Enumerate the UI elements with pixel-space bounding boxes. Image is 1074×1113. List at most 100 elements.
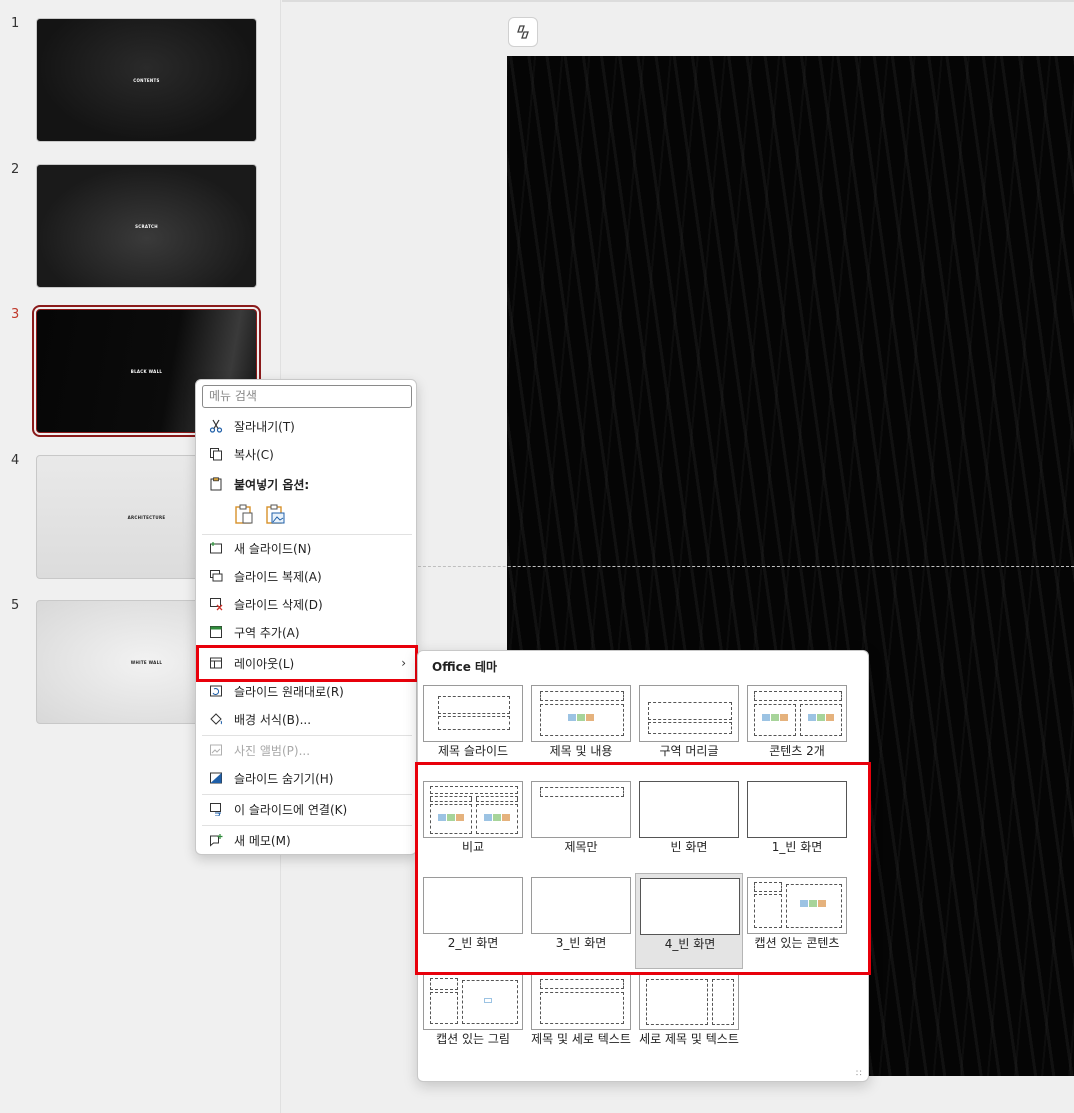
menu-item-add-section[interactable]: 구역 추가(A): [196, 619, 416, 645]
thumbnail-title: SCRATCH: [135, 223, 158, 229]
menu-item-link-to-slide[interactable]: 이 슬라이드에 연결(K): [196, 796, 416, 822]
layout-title-slide[interactable]: 제목 슬라이드: [419, 681, 527, 777]
menu-item-label: 슬라이드 복제(A): [234, 569, 322, 584]
menu-item-copy[interactable]: 복사(C): [196, 441, 416, 467]
menu-item-reset-slide[interactable]: 슬라이드 원래대로(R): [196, 678, 416, 704]
menu-item-cut[interactable]: 잘라내기(T): [196, 413, 416, 439]
layout-thumbnail: [639, 685, 739, 742]
layout-thumbnail: [423, 877, 523, 934]
layout-thumbnail: [531, 973, 631, 1030]
paste-keep-format-icon[interactable]: [232, 502, 256, 526]
layout-thumbnail: [639, 781, 739, 838]
menu-item-label: 붙여넣기 옵션:: [234, 477, 310, 492]
layout-thumbnail: [747, 877, 847, 934]
slide-thumbnail-2[interactable]: SCRATCH: [36, 164, 257, 288]
layout-thumbnail: [640, 878, 740, 935]
scissors-icon: [208, 418, 224, 434]
layout-thumbnail: [423, 973, 523, 1030]
menu-item-hide-slide[interactable]: 슬라이드 숨기기(H): [196, 765, 416, 791]
layout-4-blank[interactable]: 4_빈 화면: [635, 873, 743, 969]
layout-thumbnail: [423, 685, 523, 742]
copilot-icon[interactable]: [508, 17, 538, 47]
slide-number: 3: [11, 307, 20, 322]
thumbnail-title: WHITE WALL: [130, 659, 163, 665]
menu-item-label: 사진 앨범(P)...: [234, 743, 311, 758]
slide-number: 5: [11, 598, 20, 613]
thumbnail-title: BLACK WALL: [130, 368, 163, 374]
clipboard-icon: [208, 476, 224, 492]
ribbon-divider: [282, 0, 1074, 2]
layout-3-blank[interactable]: 3_빈 화면: [527, 873, 635, 969]
layout-2-blank[interactable]: 2_빈 화면: [419, 873, 527, 969]
layout-caption: 제목 및 내용: [549, 744, 613, 758]
new-slide-icon: [208, 540, 224, 556]
menu-search-input[interactable]: 메뉴 검색: [202, 385, 412, 408]
menu-item-label: 새 메모(M): [234, 833, 291, 848]
layout-thumbnail: [639, 973, 739, 1030]
slide-thumbnail-1[interactable]: CONTENTS: [36, 18, 257, 142]
menu-item-label: 배경 서식(B)...: [234, 712, 312, 727]
layout-section-header[interactable]: 구역 머리글: [635, 681, 743, 777]
layout-content-with-caption[interactable]: 캡션 있는 콘텐츠: [743, 873, 851, 969]
layout-1-blank[interactable]: 1_빈 화면: [743, 777, 851, 873]
menu-item-delete-slide[interactable]: 슬라이드 삭제(D): [196, 591, 416, 617]
context-menu: 메뉴 검색 잘라내기(T) 복사(C) 붙여넣기 옵션: 새 슬라이드(N) 슬…: [195, 379, 417, 855]
layout-icon: [208, 655, 224, 671]
layout-caption: 제목 및 세로 텍스트: [531, 1032, 631, 1046]
menu-separator: [202, 794, 412, 795]
smart-guide-line: [418, 566, 1074, 567]
menu-separator: [202, 825, 412, 826]
menu-item-new-slide[interactable]: 새 슬라이드(N): [196, 535, 416, 561]
photo-album-icon: [208, 742, 224, 758]
section-icon: [208, 624, 224, 640]
menu-item-label: 새 슬라이드(N): [234, 541, 312, 556]
menu-item-duplicate-slide[interactable]: 슬라이드 복제(A): [196, 563, 416, 589]
layout-thumbnail: [747, 781, 847, 838]
chevron-right-icon: ›: [401, 656, 406, 670]
layout-caption: 1_빈 화면: [771, 840, 823, 854]
layout-caption: 캡션 있는 그림: [436, 1032, 510, 1046]
layout-vertical-title-and-text[interactable]: 세로 제목 및 텍스트: [635, 969, 743, 1065]
layout-title-and-content[interactable]: 제목 및 내용: [527, 681, 635, 777]
layout-caption: 제목만: [564, 840, 598, 854]
layout-thumbnail: [423, 781, 523, 838]
menu-item-label: 복사(C): [234, 447, 274, 462]
comment-icon: [208, 832, 224, 848]
layout-title-and-vertical-text[interactable]: 제목 및 세로 텍스트: [527, 969, 635, 1065]
layout-caption: 빈 화면: [670, 840, 708, 854]
menu-item-new-comment[interactable]: 새 메모(M): [196, 827, 416, 853]
menu-separator: [202, 646, 412, 647]
duplicate-slide-icon: [208, 568, 224, 584]
layout-caption: 제목 슬라이드: [437, 744, 509, 758]
layout-blank[interactable]: 빈 화면: [635, 777, 743, 873]
layout-caption: 3_빈 화면: [555, 936, 607, 950]
reset-slide-icon: [208, 683, 224, 699]
layout-caption: 2_빈 화면: [447, 936, 499, 950]
copy-icon: [208, 446, 224, 462]
menu-item-label: 레이아웃(L): [234, 656, 295, 671]
layout-caption: 콘텐츠 2개: [769, 744, 825, 758]
menu-item-paste-options: 붙여넣기 옵션:: [196, 471, 416, 497]
layout-caption: 구역 머리글: [659, 744, 719, 758]
layout-caption: 캡션 있는 콘텐츠: [754, 936, 840, 950]
layout-submenu: Office 테마 제목 슬라이드 제목 및 내용 구역 머리글 콘텐츠 2개 …: [417, 650, 869, 1082]
layout-title-only[interactable]: 제목만: [527, 777, 635, 873]
layout-comparison[interactable]: 비교: [419, 777, 527, 873]
layout-thumbnail: [531, 685, 631, 742]
layout-two-content[interactable]: 콘텐츠 2개: [743, 681, 851, 777]
menu-item-label: 이 슬라이드에 연결(K): [234, 802, 348, 817]
paste-as-picture-icon[interactable]: [263, 502, 287, 526]
menu-item-label: 슬라이드 원래대로(R): [234, 684, 344, 699]
slide-number: 1: [11, 16, 20, 31]
layout-picture-with-caption[interactable]: 캡션 있는 그림: [419, 969, 527, 1065]
hide-slide-icon: [208, 770, 224, 786]
slide-number: 2: [11, 162, 20, 177]
submenu-title: Office 테마: [432, 660, 498, 674]
menu-item-format-background[interactable]: 배경 서식(B)...: [196, 706, 416, 732]
thumbnail-title: ARCHITECTURE: [127, 514, 166, 520]
layout-caption: 세로 제목 및 텍스트: [639, 1032, 739, 1046]
resize-grip-icon[interactable]: ∷: [856, 1069, 862, 1079]
menu-item-layout[interactable]: 레이아웃(L) ›: [196, 650, 416, 676]
layout-thumbnail: [531, 877, 631, 934]
layout-thumbnail: [531, 781, 631, 838]
